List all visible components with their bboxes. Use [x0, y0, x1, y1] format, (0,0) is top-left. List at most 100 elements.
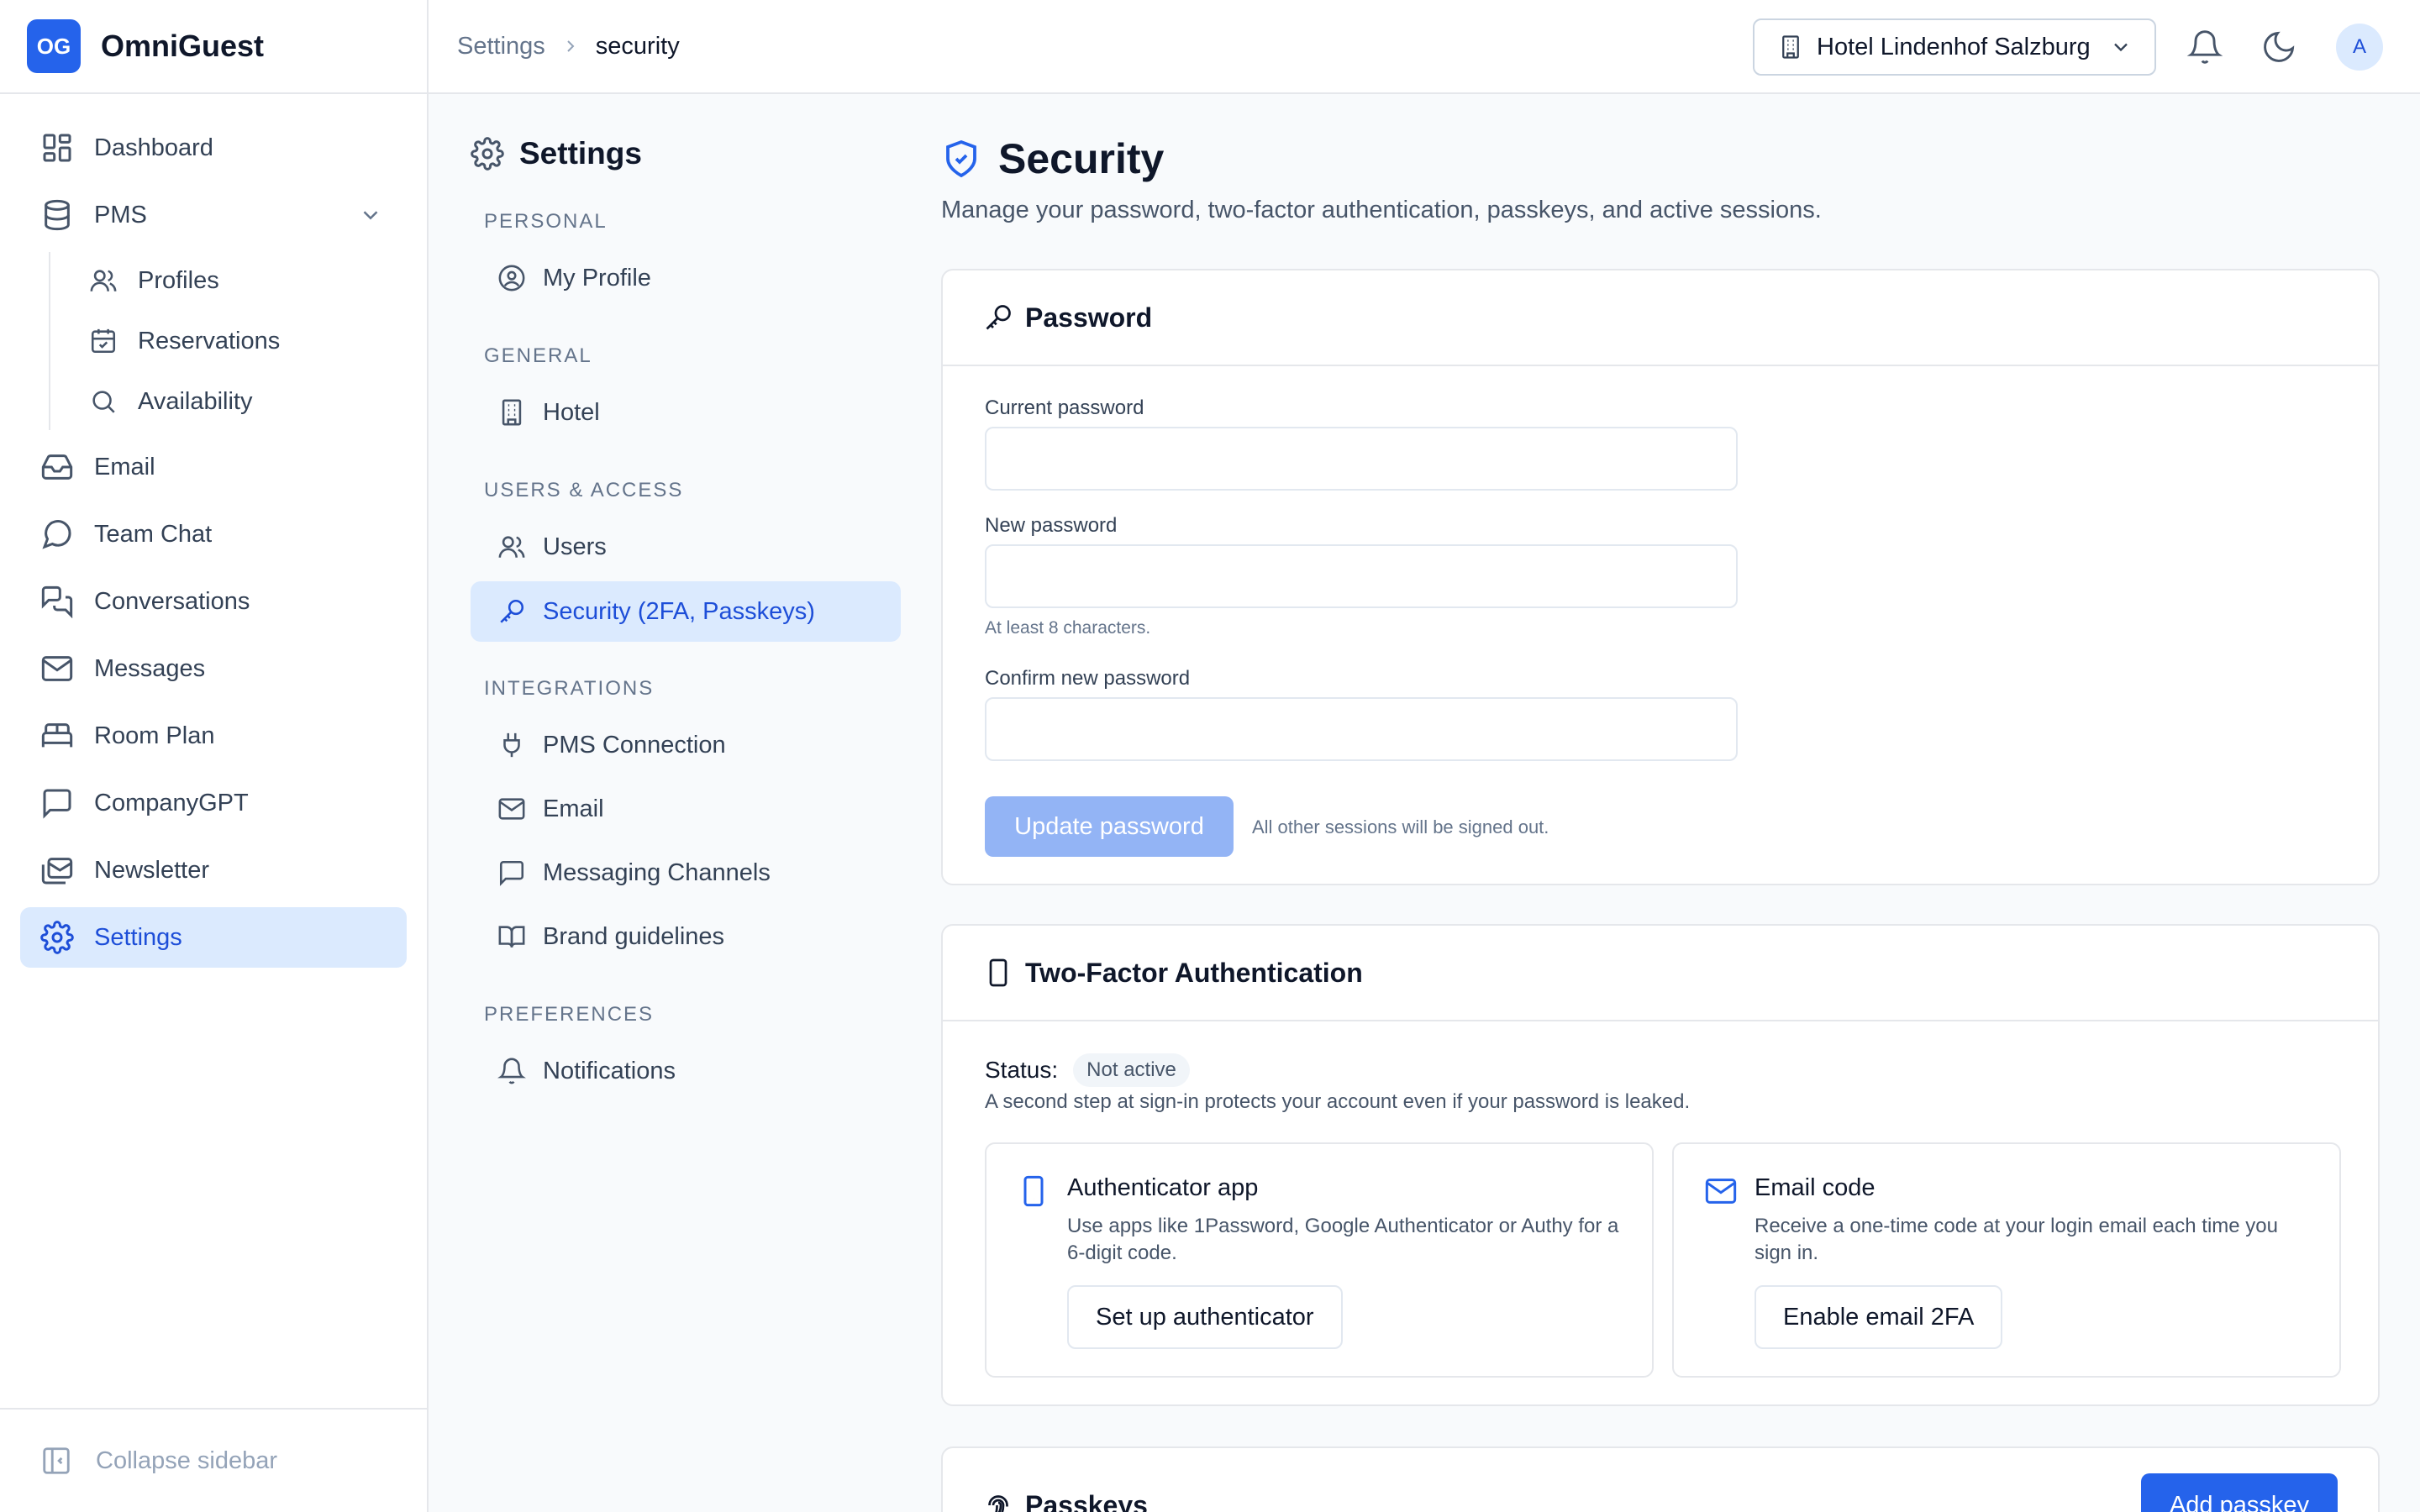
password-card-title: Password — [1025, 302, 1153, 333]
setup-authenticator-button[interactable]: Set up authenticator — [1067, 1285, 1343, 1349]
sidebar-item-label: CompanyGPT — [94, 789, 249, 816]
enable-email-2fa-button[interactable]: Enable email 2FA — [1754, 1285, 2003, 1349]
bed-icon — [40, 719, 74, 753]
settings-item-label: Brand guidelines — [543, 922, 725, 950]
pms-subnav: Profiles Reservations Availability — [49, 252, 427, 430]
two-factor-description: A second step at sign-in protects your a… — [985, 1090, 1691, 1113]
bell-icon — [497, 1057, 526, 1085]
settings-item-users[interactable]: Users — [471, 517, 901, 577]
mail-icon — [1704, 1174, 1738, 1208]
sidebar-item-label: Team Chat — [94, 520, 213, 548]
sidebar-item-room-plan[interactable]: Room Plan — [20, 706, 407, 766]
settings-item-hotel[interactable]: Hotel — [471, 382, 901, 443]
message-square-icon — [497, 858, 526, 887]
collapse-sidebar-button[interactable]: Collapse sidebar — [0, 1408, 427, 1512]
sidebar-item-companygpt[interactable]: CompanyGPT — [20, 773, 407, 833]
page-title: Security — [998, 135, 1165, 182]
sidebar-item-availability[interactable]: Availability — [59, 373, 427, 430]
key-icon — [983, 302, 1013, 333]
option-description: Receive a one-time code at your login em… — [1754, 1215, 2278, 1264]
avatar[interactable]: A — [2336, 24, 2383, 71]
brand-logo: OG — [27, 19, 81, 73]
settings-group-users-access: USERS & ACCESS — [484, 479, 684, 501]
confirm-password-label: Confirm new password — [985, 667, 1191, 690]
status-badge: Not active — [1073, 1053, 1190, 1087]
sidebar-item-dashboard[interactable]: Dashboard — [20, 118, 407, 178]
building-icon — [497, 398, 526, 427]
hotel-selector-value: Hotel Lindenhof Salzburg — [1817, 33, 2091, 60]
settings-item-email[interactable]: Email — [471, 779, 901, 839]
database-icon — [40, 198, 74, 232]
smartphone-icon — [983, 958, 1013, 988]
gear-icon — [40, 921, 74, 954]
update-password-note: All other sessions will be signed out. — [1252, 816, 1549, 837]
sidebar-item-reservations[interactable]: Reservations — [59, 312, 427, 370]
message-square-icon — [40, 786, 74, 820]
settings-item-notifications[interactable]: Notifications — [471, 1041, 901, 1101]
sidebar-item-conversations[interactable]: Conversations — [20, 571, 407, 632]
password-card: Password Current password New password A… — [941, 269, 2380, 885]
option-description: Use apps like 1Password, Google Authenti… — [1067, 1215, 1619, 1264]
sidebar-item-label: Settings — [94, 923, 182, 951]
message-circle-icon — [40, 517, 74, 551]
moon-icon[interactable] — [2260, 29, 2297, 66]
settings-item-pms-connection[interactable]: PMS Connection — [471, 715, 901, 775]
layout-grid-icon — [40, 131, 74, 165]
page-header: Security — [941, 134, 1164, 183]
new-password-hint: At least 8 characters. — [985, 618, 1151, 638]
breadcrumb: Settings security — [457, 33, 680, 60]
settings-nav-title-text: Settings — [519, 136, 642, 171]
settings-item-label: My Profile — [543, 264, 651, 291]
user-circle-icon — [497, 264, 526, 292]
settings-item-label: Users — [543, 533, 607, 560]
mail-icon — [497, 795, 526, 823]
sidebar-item-newsletter[interactable]: Newsletter — [20, 840, 407, 900]
settings-item-label: Hotel — [543, 398, 600, 426]
settings-group-preferences: PREFERENCES — [484, 1003, 655, 1026]
brand-name: OmniGuest — [101, 29, 265, 63]
messages-icon — [40, 585, 74, 618]
sidebar-item-pms[interactable]: PMS — [20, 185, 407, 245]
sidebar-item-messages[interactable]: Messages — [20, 638, 407, 699]
passkeys-card: Passkeys Add passkey — [941, 1446, 2380, 1512]
sidebar-item-profiles[interactable]: Profiles — [59, 252, 427, 309]
settings-item-security[interactable]: Security (2FA, Passkeys) — [471, 581, 901, 642]
sidebar-item-email[interactable]: Email — [20, 437, 407, 497]
hotel-selector[interactable]: Hotel Lindenhof Salzburg — [1753, 18, 2156, 76]
settings-group-integrations: INTEGRATIONS — [484, 677, 655, 700]
add-passkey-button[interactable]: Add passkey — [2140, 1473, 2338, 1512]
authenticator-app-option: Authenticator app Use apps like 1Passwor… — [985, 1142, 1654, 1378]
sidebar-item-label: Conversations — [94, 587, 250, 615]
sidebar-item-label: Reservations — [138, 327, 281, 354]
settings-item-messaging-channels[interactable]: Messaging Channels — [471, 843, 901, 903]
passkeys-card-title: Passkeys — [1025, 1489, 1148, 1512]
sidebar-item-settings[interactable]: Settings — [20, 907, 407, 968]
mail-icon — [40, 652, 74, 685]
sidebar-item-label: PMS — [94, 201, 147, 228]
page-subtitle: Manage your password, two-factor authent… — [941, 197, 1822, 223]
update-password-button[interactable]: Update password — [985, 796, 1234, 857]
settings-group-personal: PERSONAL — [484, 210, 608, 233]
chevron-down-icon[interactable] — [358, 202, 383, 228]
new-password-input[interactable] — [985, 544, 1738, 608]
current-password-input[interactable] — [985, 427, 1738, 491]
brand[interactable]: OG OmniGuest — [0, 0, 427, 94]
settings-item-brand-guidelines[interactable]: Brand guidelines — [471, 906, 901, 967]
settings-item-label: PMS Connection — [543, 731, 726, 759]
breadcrumb-settings-link[interactable]: Settings — [457, 33, 545, 60]
plug-icon — [497, 731, 526, 759]
settings-nav: Settings PERSONAL My Profile GENERAL Hot… — [429, 94, 901, 1512]
book-open-icon — [497, 922, 526, 951]
bell-icon[interactable] — [2186, 29, 2223, 66]
confirm-password-input[interactable] — [985, 697, 1738, 761]
mails-icon — [40, 853, 74, 887]
password-card-header: Password — [943, 270, 2378, 366]
new-password-label: New password — [985, 514, 1118, 537]
users-icon — [497, 533, 526, 561]
settings-item-label: Messaging Channels — [543, 858, 771, 886]
two-factor-card-header: Two-Factor Authentication — [943, 926, 2378, 1021]
sidebar-item-team-chat[interactable]: Team Chat — [20, 504, 407, 564]
settings-item-my-profile[interactable]: My Profile — [471, 248, 901, 308]
settings-group-general: GENERAL — [484, 344, 592, 367]
shield-check-icon — [941, 139, 981, 179]
